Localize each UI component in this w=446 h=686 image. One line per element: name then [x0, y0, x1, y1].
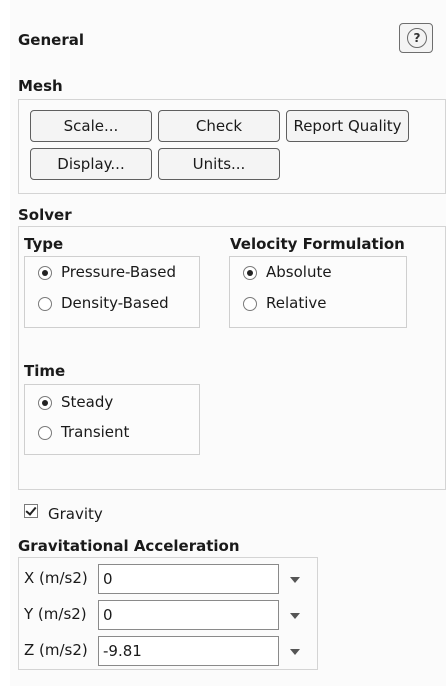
radio-label: Transient [61, 423, 130, 441]
check-button[interactable]: Check [158, 110, 280, 142]
velocity-formulation-label: Velocity Formulation [230, 235, 405, 253]
radio-button-selected[interactable] [38, 266, 52, 280]
gravitational-acceleration-label: Gravitational Acceleration [18, 537, 240, 555]
chevron-down-icon[interactable] [290, 577, 300, 583]
z-accel-label: Z (m/s2) [24, 641, 88, 659]
gravity-checkbox[interactable] [24, 504, 38, 518]
radio-label: Pressure-Based [61, 263, 176, 281]
y-accel-input[interactable] [98, 600, 279, 630]
display-button[interactable]: Display... [30, 148, 152, 180]
radio-button[interactable] [243, 297, 257, 311]
x-accel-label: X (m/s2) [24, 569, 88, 587]
chevron-down-icon[interactable] [290, 649, 300, 655]
help-button[interactable]: ? [399, 23, 433, 53]
checkmark-icon [25, 504, 37, 516]
x-accel-input[interactable] [98, 564, 279, 594]
radio-label: Absolute [266, 263, 332, 281]
radio-button[interactable] [38, 297, 52, 311]
report-quality-button[interactable]: Report Quality [286, 110, 409, 142]
radio-button-selected[interactable] [38, 396, 52, 410]
mesh-label: Mesh [18, 77, 63, 95]
help-icon: ? [407, 28, 427, 48]
solver-label: Solver [18, 206, 72, 224]
y-accel-label: Y (m/s2) [24, 605, 87, 623]
type-label: Type [24, 235, 64, 253]
radio-label: Relative [266, 294, 327, 312]
units-button[interactable]: Units... [158, 148, 280, 180]
chevron-down-icon[interactable] [290, 613, 300, 619]
radio-label: Steady [61, 393, 114, 411]
radio-label: Density-Based [61, 294, 169, 312]
panel-title: General [18, 31, 84, 49]
time-label: Time [24, 362, 66, 380]
radio-button-selected[interactable] [243, 266, 257, 280]
z-accel-input[interactable] [98, 636, 279, 666]
radio-button[interactable] [38, 426, 52, 440]
scale-button[interactable]: Scale... [30, 110, 152, 142]
gravity-label: Gravity [48, 505, 103, 523]
